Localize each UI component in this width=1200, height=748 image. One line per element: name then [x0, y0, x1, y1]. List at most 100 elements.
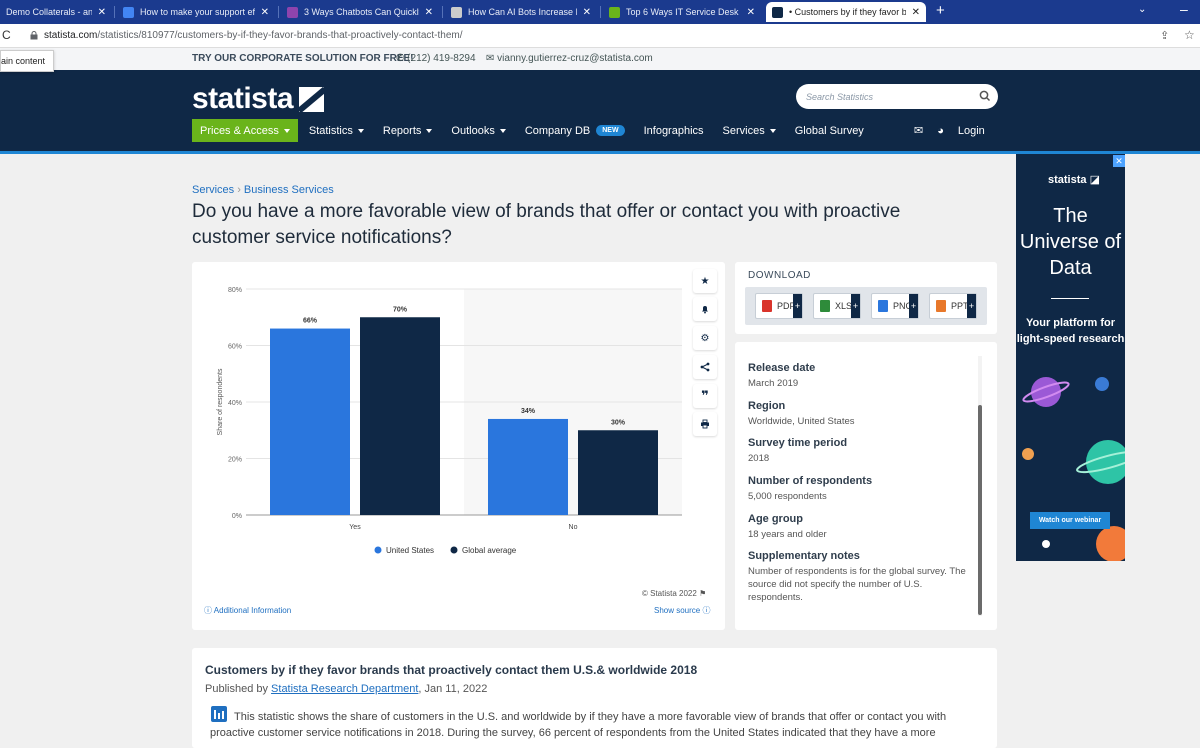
ad-subheadline: Your platform for light-speed research [1016, 317, 1125, 345]
nav-item-global-survey[interactable]: Global Survey [795, 125, 864, 137]
tab-close-icon[interactable]: ✕ [577, 7, 591, 18]
logo-mark-icon [299, 86, 325, 112]
star-icon: ★ [700, 275, 710, 287]
search-input[interactable] [796, 84, 998, 109]
share-icon[interactable]: ⇪ [1160, 29, 1169, 42]
additional-information-link[interactable]: ⓘ Additional Information [204, 605, 291, 616]
email-contact[interactable]: ✉ vianny.gutierrez-cruz@statista.com [486, 53, 653, 64]
nav-item-statistics[interactable]: Statistics [309, 125, 364, 137]
download-xls-button[interactable]: XLS + [813, 293, 861, 319]
bar [578, 430, 658, 515]
show-source-link[interactable]: Show source ⓘ [654, 605, 710, 616]
description-card: Customers by if they favor brands that p… [192, 648, 997, 748]
tab-close-icon[interactable]: ✕ [92, 7, 106, 18]
detail-label: Region [748, 400, 786, 412]
legend-marker [374, 546, 382, 554]
login-link[interactable]: Login [958, 125, 985, 137]
browser-tab[interactable]: 3 Ways Chatbots Can Quickly Imp✕ [281, 2, 439, 22]
bar [270, 328, 350, 515]
corporate-promo-link[interactable]: TRY OUR CORPORATE SOLUTION FOR FREE! [192, 53, 413, 64]
breadcrumb-item-business-services[interactable]: Business Services [244, 184, 334, 196]
ad-logo-text: statista [1048, 174, 1087, 186]
gear-icon: ⚙ [700, 332, 710, 344]
ad-logo: statista ◪ [1048, 173, 1100, 186]
data-label: 66% [303, 318, 318, 325]
download-png-button[interactable]: PNG + [871, 293, 919, 319]
statista-logo[interactable]: statista [192, 82, 325, 116]
browser-tab[interactable]: • Customers by if they favor brand✕ [766, 2, 926, 22]
site-header: statista Prices & Access Statistics Report… [0, 70, 1200, 154]
detail-label: Number of respondents [748, 475, 873, 487]
tab-title: How Can AI Bots Increase IT Help [468, 7, 577, 17]
tab-list-chevron-icon[interactable]: ⌄ [1138, 4, 1146, 15]
bookmark-star-icon[interactable]: ☆ [1184, 28, 1195, 42]
browser-tab[interactable]: Demo Collaterals - anunay✕ [0, 2, 112, 22]
download-ppt-button[interactable]: PPT + [929, 293, 977, 319]
breadcrumb-item-services[interactable]: Services [192, 184, 234, 196]
download-pdf-button[interactable]: PDF + [755, 293, 803, 319]
phone-number: (212) 419-8294 [407, 53, 476, 64]
nav-item-reports[interactable]: Reports [383, 125, 433, 137]
plus-icon: + [851, 294, 860, 318]
details-scrollbar-thumb[interactable] [978, 405, 982, 615]
y-tick-label: 20% [228, 457, 242, 464]
nav-item-services[interactable]: Services [723, 125, 776, 137]
settings-button[interactable]: ⚙ [693, 326, 717, 350]
data-label: 30% [611, 419, 626, 426]
detail-label: Age group [748, 513, 803, 525]
caret-down-icon [499, 128, 506, 133]
favorite-star-button[interactable]: ★ [693, 269, 717, 293]
print-button[interactable] [693, 412, 717, 436]
tab-title: • Customers by if they favor brand [789, 7, 906, 17]
printer-icon [701, 419, 709, 429]
breadcrumb-separator: › [237, 184, 241, 196]
caret-down-icon [769, 128, 776, 133]
y-tick-label: 80% [228, 287, 242, 294]
browser-tab-bar: Demo Collaterals - anunay✕How to make yo… [0, 0, 1200, 24]
nav-item-outlooks[interactable]: Outlooks [451, 125, 506, 137]
share-button[interactable] [693, 355, 717, 379]
watch-webinar-button[interactable]: Watch our webinar [1030, 512, 1110, 529]
detail-value: 18 years and older [748, 529, 827, 540]
detail-value: Number of respondents is for the global … [748, 566, 966, 603]
ad-headline: The Universe of Data [1019, 205, 1122, 279]
notification-button[interactable] [693, 297, 717, 321]
sidebar-advertisement[interactable]: statista ◪ The Universe of Data Your pla… [1016, 154, 1125, 561]
tab-close-icon[interactable]: ✕ [419, 7, 433, 18]
tab-close-icon[interactable]: ✕ [741, 7, 755, 18]
reload-icon[interactable]: C [2, 28, 11, 42]
ad-logo-mark-icon: ◪ [1089, 174, 1100, 186]
browser-tab[interactable]: How to make your support effici ✕ [117, 2, 275, 22]
phone-contact[interactable]: ✆ (212) 419-8294 [396, 53, 476, 64]
new-tab-button[interactable]: + [936, 2, 945, 19]
tab-close-icon[interactable]: ✕ [255, 7, 269, 18]
cite-button[interactable]: ❞ [693, 384, 717, 408]
search-icon[interactable] [978, 88, 992, 104]
mail-icon[interactable]: ✉ [914, 124, 923, 137]
publisher-link[interactable]: Statista Research Department [271, 683, 418, 695]
info-icon: ⓘ [702, 606, 711, 615]
nav-item-label: Infographics [643, 124, 704, 137]
caret-down-icon [357, 128, 364, 133]
show-source-label: Show source [654, 606, 701, 615]
ppt-file-icon [936, 300, 946, 312]
tab-close-icon[interactable]: ✕ [906, 7, 920, 18]
ad-close-icon[interactable]: ✕ [1113, 155, 1125, 167]
nav-item-label: Statistics [308, 124, 353, 137]
url-text[interactable]: statista.com/statistics/810977/customers… [44, 30, 463, 41]
browser-tab[interactable]: Top 6 Ways IT Service Desk Chatb✕ [603, 2, 761, 22]
additional-information-label: Additional Information [213, 606, 292, 615]
tab-favicon-icon [287, 6, 298, 18]
nav-item-company-db[interactable]: Company DB NEW [525, 125, 625, 137]
tab-title: Demo Collaterals - anunay [6, 7, 92, 17]
globe-icon[interactable]: ◕ [937, 125, 944, 137]
nav-item-prices-access[interactable]: Prices & Access [192, 119, 298, 142]
window-minimize-icon[interactable]: – [1180, 1, 1188, 17]
mail-icon: ✉ [486, 53, 495, 64]
detail-label: Survey time period [748, 437, 848, 449]
browser-tab[interactable]: How Can AI Bots Increase IT Help✕ [445, 2, 597, 22]
planets-illustration [1022, 377, 1125, 561]
breadcrumb: Services › Business Services [192, 184, 334, 196]
nav-item-infographics[interactable]: Infographics [644, 125, 704, 137]
caret-down-icon [426, 128, 433, 133]
